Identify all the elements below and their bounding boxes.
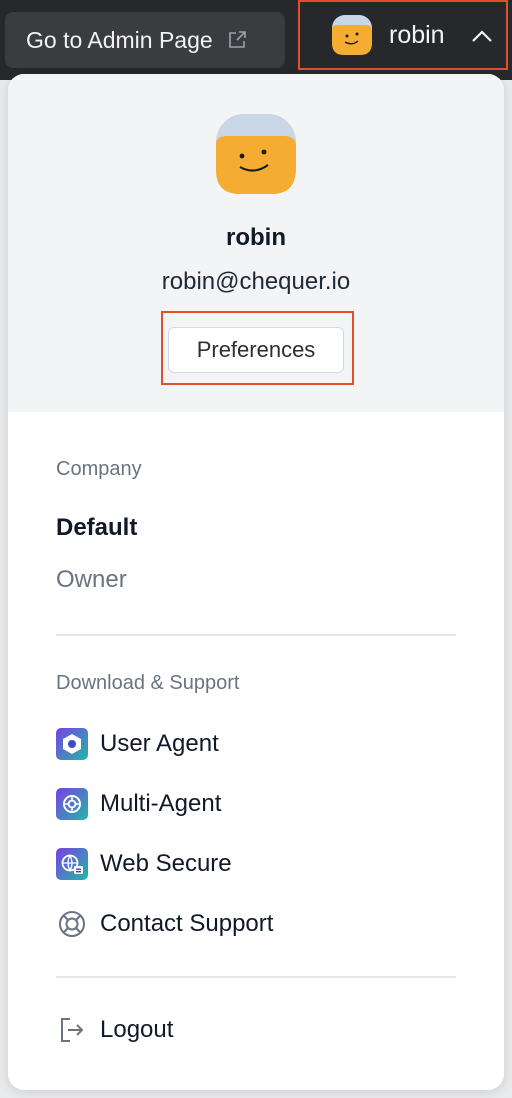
logout-label: Logout	[100, 1016, 174, 1043]
profile-name: robin	[226, 224, 286, 251]
profile-email: robin@chequer.io	[161, 268, 351, 295]
user-menu-name: robin	[389, 20, 445, 49]
chevron-up-icon	[472, 30, 492, 42]
menu-item-web-secure[interactable]: Web Secure	[56, 844, 456, 884]
divider	[56, 634, 456, 636]
menu-item-label: Web Secure	[100, 850, 232, 877]
menu-item-label: User Agent	[100, 730, 219, 757]
logout-icon	[56, 1014, 88, 1046]
profile-section: robin robin@chequer.io Preferences	[8, 74, 504, 412]
user-avatar-icon	[332, 15, 372, 55]
external-link-icon	[228, 31, 246, 48]
user-menu-toggle[interactable]: robin	[298, 0, 508, 70]
lifebuoy-icon	[56, 908, 88, 940]
multi-agent-icon	[56, 788, 88, 820]
menu-item-label: Contact Support	[100, 910, 274, 937]
support-section-label: Download & Support	[56, 672, 240, 694]
logout-button[interactable]: Logout	[56, 1010, 456, 1050]
company-name: Default	[56, 514, 138, 541]
divider	[56, 976, 456, 978]
company-section-label: Company	[56, 458, 142, 480]
user-dropdown-panel: robin robin@chequer.io Preferences Compa…	[8, 74, 504, 1090]
menu-item-contact-support[interactable]: Contact Support	[56, 904, 456, 944]
preferences-button[interactable]: Preferences	[168, 327, 344, 373]
web-secure-icon	[56, 848, 88, 880]
go-to-admin-button[interactable]: Go to Admin Page	[5, 12, 285, 68]
profile-avatar	[216, 114, 296, 194]
user-agent-icon	[56, 728, 88, 760]
menu-item-label: Multi-Agent	[100, 790, 222, 817]
admin-button-label: Go to Admin Page	[26, 26, 213, 53]
company-role: Owner	[56, 566, 127, 593]
top-bar: Go to Admin Page robin	[0, 0, 512, 80]
menu-item-multi-agent[interactable]: Multi-Agent	[56, 784, 456, 824]
menu-item-user-agent[interactable]: User Agent	[56, 724, 456, 764]
